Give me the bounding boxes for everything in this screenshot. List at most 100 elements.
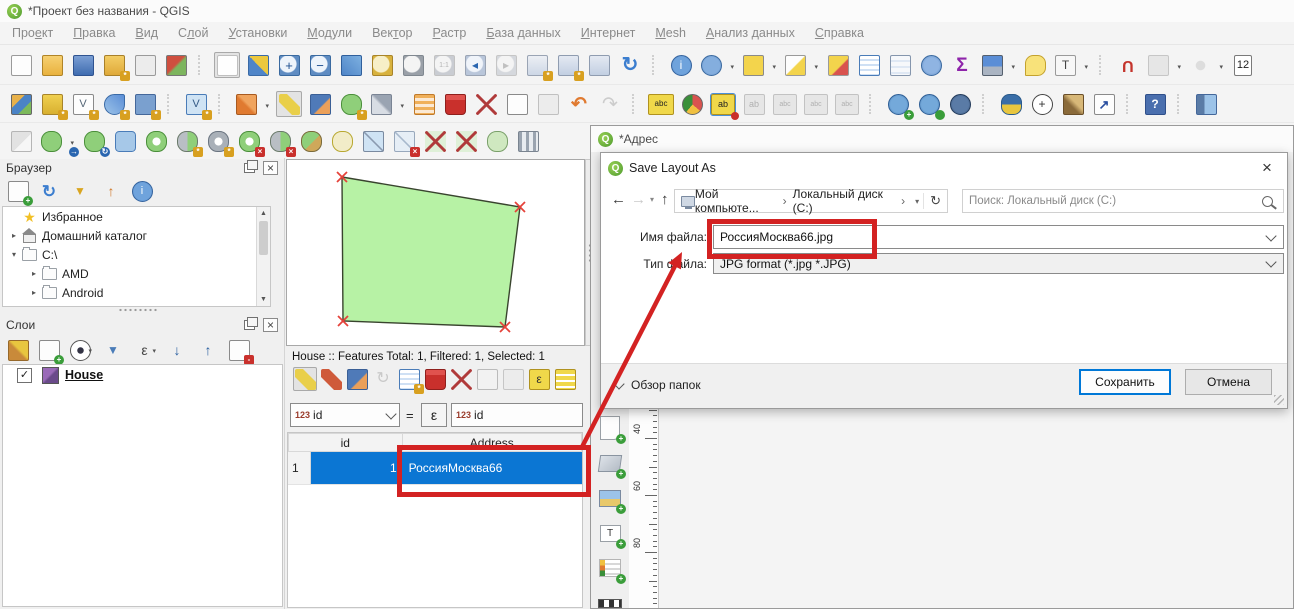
refresh-icon[interactable]: ↻: [923, 193, 947, 209]
menu-item-0[interactable]: Проект: [2, 23, 63, 43]
expander-icon[interactable]: ▸: [27, 288, 41, 297]
zoom-to-selection-icon[interactable]: [369, 52, 395, 78]
add-legend-icon[interactable]: +: [597, 555, 626, 584]
layers-remove-icon[interactable]: -: [227, 338, 254, 365]
move-feature-icon[interactable]: → ▾: [39, 128, 79, 157]
add-picture-icon[interactable]: +: [597, 485, 626, 514]
refresh-map-icon[interactable]: ↻: [617, 52, 643, 78]
rotate-point-symbols-icon[interactable]: [484, 128, 510, 154]
data-plot-icon[interactable]: ↗: [1091, 91, 1117, 117]
run-feature-action-icon[interactable]: ▾: [699, 52, 736, 78]
browser-collapse-icon[interactable]: ↑: [99, 179, 123, 203]
attr-multiedit-icon[interactable]: [319, 367, 343, 391]
chevron-down-icon[interactable]: [1265, 256, 1277, 268]
browser-filter-icon[interactable]: ▼: [68, 179, 92, 203]
menu-item-4[interactable]: Установки: [218, 23, 297, 43]
new-spatialite-icon[interactable]: *: [101, 91, 130, 120]
snapping-icon[interactable]: U: [1115, 52, 1141, 78]
undo-icon[interactable]: ↶: [566, 91, 592, 117]
browser-scrollbar[interactable]: ▲ ▼: [256, 207, 270, 306]
data-source-manager-icon[interactable]: [8, 91, 34, 117]
statistics-icon[interactable]: Σ: [949, 52, 975, 78]
deselect-all-icon[interactable]: [825, 52, 851, 78]
add-polygon-icon[interactable]: *: [338, 91, 367, 120]
layers-visibility-icon[interactable]: ▾: [68, 338, 94, 362]
layers-collapse-all-icon[interactable]: ↑: [196, 338, 220, 362]
delete-selected-icon[interactable]: [442, 91, 468, 117]
layout-manager-icon[interactable]: *: [101, 52, 130, 81]
layers-filter-icon[interactable]: ▼: [101, 338, 125, 362]
menu-item-7[interactable]: Растр: [423, 23, 477, 43]
new-memory-layer-icon[interactable]: *: [132, 91, 161, 120]
zoom-out-icon[interactable]: −: [307, 52, 333, 78]
layers-style-icon[interactable]: [6, 338, 30, 362]
rotate-feature-icon[interactable]: ↻: [81, 128, 110, 157]
browser-item-c-drive[interactable]: ▾ C:\: [3, 245, 270, 264]
filename-input[interactable]: РоссияМосква66.jpg: [713, 225, 1284, 249]
save-edits-icon[interactable]: [307, 91, 333, 117]
scale-spinbox[interactable]: 12: [1230, 52, 1256, 78]
merge-features-icon[interactable]: [422, 128, 448, 154]
metasearch-add-icon[interactable]: +: [885, 91, 914, 120]
new-project-icon[interactable]: [8, 52, 34, 78]
gps-tracker-icon[interactable]: [1193, 91, 1219, 117]
menu-item-3[interactable]: Слой: [168, 23, 218, 43]
menu-item-5[interactable]: Модули: [297, 23, 362, 43]
menu-item-10[interactable]: Mesh: [645, 23, 696, 43]
copy-features-icon[interactable]: [504, 91, 530, 117]
menu-item-9[interactable]: Интернет: [571, 23, 646, 43]
split-parts-icon[interactable]: ×: [391, 128, 420, 157]
search-icon[interactable]: [1262, 195, 1273, 207]
new-shapefile-icon[interactable]: V *: [70, 91, 99, 120]
dialog-titlebar[interactable]: Q Save Layout As ×: [601, 153, 1287, 183]
browser-item-amd[interactable]: ▸ AMD: [3, 264, 270, 283]
nav-history-icon[interactable]: ▾: [650, 195, 654, 204]
expander-icon[interactable]: ▸: [7, 231, 21, 240]
delete-part-icon[interactable]: ×: [267, 128, 296, 157]
chevron-down-icon[interactable]: [1265, 229, 1277, 242]
pan-to-selection-icon[interactable]: [245, 52, 271, 78]
browse-folders-toggle[interactable]: Обзор папок: [613, 377, 701, 392]
layer-item-house[interactable]: ✓ House: [3, 365, 282, 385]
expression-button[interactable]: ε: [421, 403, 447, 427]
attr-cut-icon[interactable]: [449, 367, 473, 391]
nav-back-icon[interactable]: ←: [611, 192, 626, 207]
filter-value-input[interactable]: 123 id: [451, 403, 583, 427]
search-layers-icon[interactable]: [947, 91, 973, 117]
add-scalebar-icon[interactable]: +: [597, 590, 623, 609]
breadcrumb-chevron-icon[interactable]: ›: [777, 194, 793, 208]
add-page-icon[interactable]: +: [597, 415, 626, 444]
metasearch-icon[interactable]: [916, 91, 945, 120]
text-annotation-icon[interactable]: T ▾: [1053, 52, 1090, 78]
vertex-tool-icon[interactable]: ▾: [369, 91, 406, 117]
measure-icon[interactable]: ▾: [980, 52, 1017, 78]
menu-item-1[interactable]: Правка: [63, 23, 125, 43]
layers-float-icon[interactable]: [244, 317, 258, 330]
split-features-icon[interactable]: [360, 128, 386, 154]
breadcrumb-item[interactable]: Локальный диск (C:): [793, 187, 895, 215]
scroll-thumb[interactable]: [259, 221, 268, 255]
scroll-up-icon[interactable]: ▲: [257, 207, 270, 220]
filetype-select[interactable]: JPG format (*.jpg *.JPG): [713, 253, 1284, 274]
column-header-id[interactable]: id: [288, 433, 403, 452]
open-project-icon[interactable]: [39, 52, 65, 78]
column-header-address[interactable]: Address: [402, 433, 582, 452]
menu-item-11[interactable]: Анализ данных: [696, 23, 805, 43]
save-button[interactable]: Сохранить: [1079, 369, 1171, 395]
attr-delete-selected-icon[interactable]: [423, 367, 447, 391]
layers-expand-all-icon[interactable]: ↓: [165, 338, 189, 362]
pan-map-icon[interactable]: [214, 52, 240, 78]
cell-id[interactable]: 1: [310, 452, 403, 485]
add-label-icon[interactable]: T +: [597, 520, 626, 549]
layer-diagram-icon[interactable]: [679, 91, 705, 117]
attr-add-feature-icon[interactable]: *: [397, 367, 424, 394]
breadcrumb-chevron-icon[interactable]: ›: [895, 194, 911, 208]
layers-close-icon[interactable]: ×: [263, 318, 278, 332]
attr-select-expression-icon[interactable]: ε: [527, 367, 551, 391]
zoom-in-icon[interactable]: +: [276, 52, 302, 78]
add-ring-icon[interactable]: [143, 128, 169, 154]
breadcrumb[interactable]: Мой компьюте... › Локальный диск (C:) › ▾ ↻: [674, 187, 948, 215]
layer-labeling-icon[interactable]: abc: [648, 91, 674, 117]
processing-gear-icon[interactable]: [918, 52, 944, 78]
simplify-feature-icon[interactable]: [112, 128, 138, 154]
